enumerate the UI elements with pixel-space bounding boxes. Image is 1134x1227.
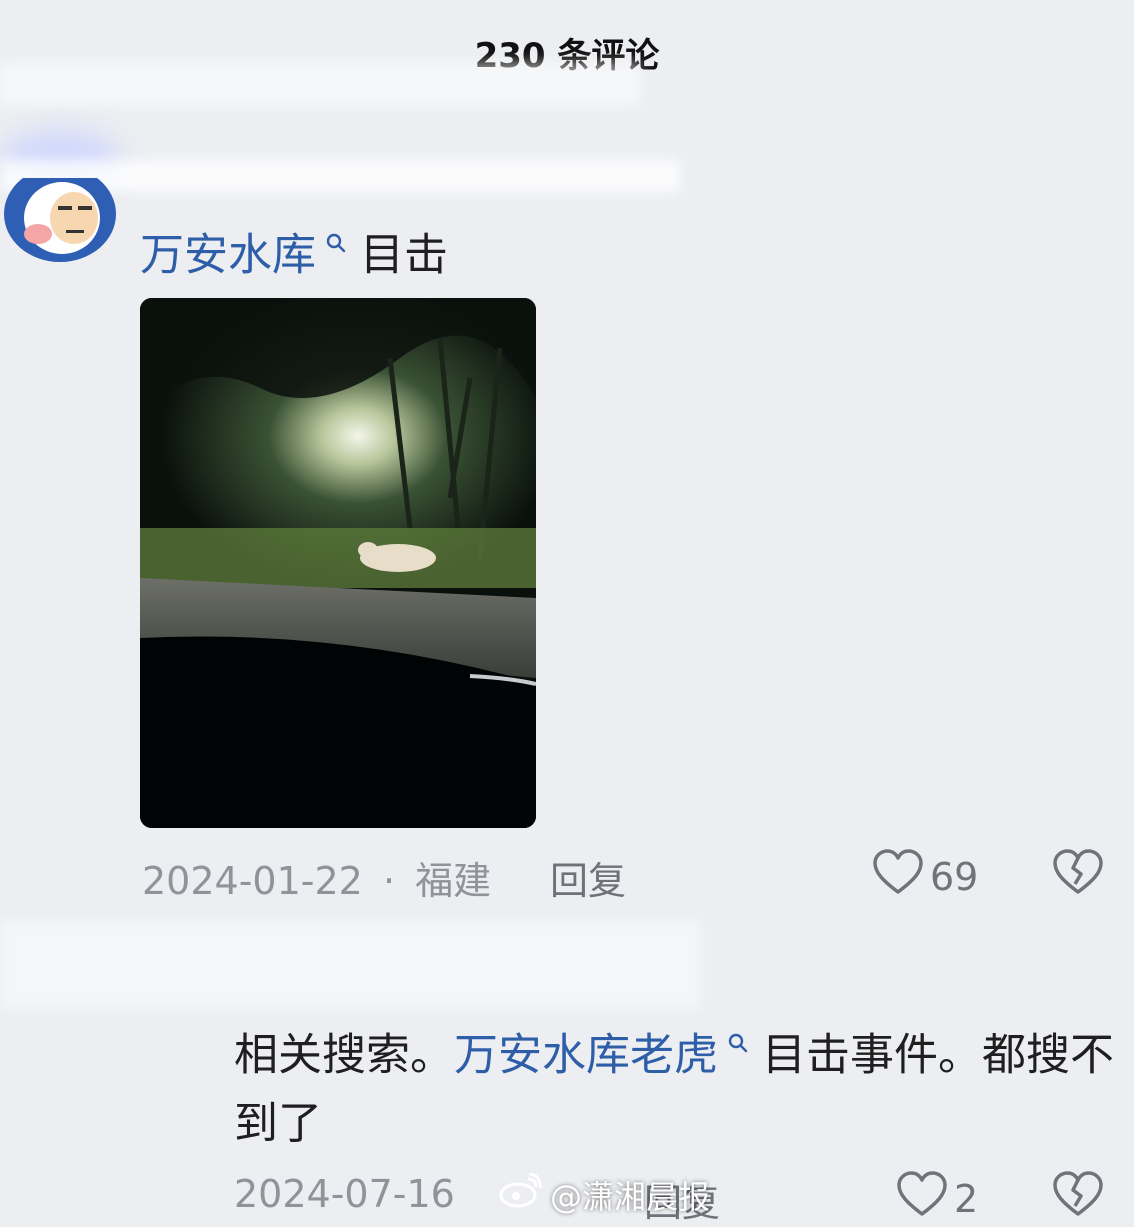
like-count: 2 bbox=[954, 1176, 979, 1221]
comment-body: 目击 bbox=[360, 229, 448, 281]
blurred-area bbox=[0, 62, 640, 106]
reply-button[interactable]: 回复 bbox=[550, 850, 626, 905]
comment-date: 2024-07-16 bbox=[234, 1172, 455, 1216]
like-button[interactable]: 69 bbox=[872, 848, 978, 905]
comment-image[interactable] bbox=[140, 298, 536, 828]
avatar[interactable] bbox=[2, 178, 118, 264]
broken-heart-icon[interactable] bbox=[1052, 1170, 1104, 1222]
watermark: @潇湘晨报 bbox=[498, 1172, 710, 1218]
hashtag-link[interactable]: 万安水库老虎 bbox=[454, 1030, 718, 1081]
comment-location: 福建 bbox=[415, 859, 492, 903]
search-icon[interactable] bbox=[720, 1033, 756, 1060]
blurred-area bbox=[0, 920, 700, 1010]
comment-date: 2024-01-22 bbox=[142, 859, 363, 903]
heart-icon bbox=[896, 1170, 948, 1227]
weibo-logo-icon bbox=[498, 1172, 542, 1217]
broken-heart-icon[interactable] bbox=[1052, 848, 1104, 900]
hashtag-link[interactable]: 万安水库 bbox=[140, 230, 316, 281]
like-count: 69 bbox=[930, 854, 979, 899]
comment-text: 相关搜索。万安水库老虎 目击事件。都搜不到了 bbox=[234, 1014, 1114, 1158]
comment-prefix: 相关搜索。 bbox=[234, 1029, 454, 1081]
heart-icon bbox=[872, 848, 924, 905]
search-icon[interactable] bbox=[318, 233, 354, 260]
comment-meta: 2024-01-22 · 福建 bbox=[142, 850, 491, 905]
watermark-text: @潇湘晨报 bbox=[550, 1178, 711, 1216]
comment-text: 万安水库 目击 bbox=[140, 220, 448, 284]
meta-separator: · bbox=[382, 859, 396, 903]
like-button[interactable]: 2 bbox=[896, 1170, 978, 1227]
comment-meta: 2024-07-16 bbox=[234, 1172, 455, 1216]
